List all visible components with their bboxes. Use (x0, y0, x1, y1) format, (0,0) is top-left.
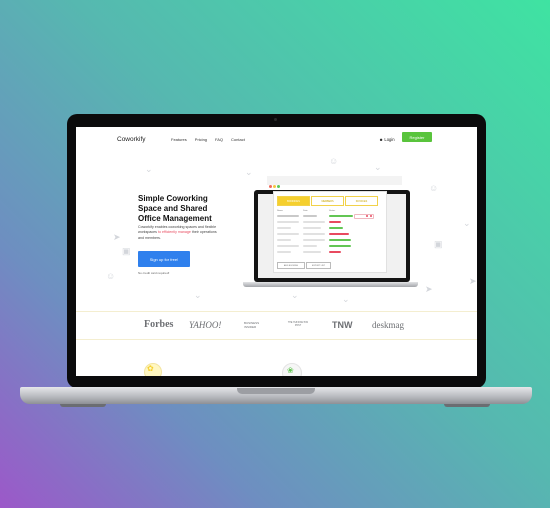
logo-tnw: TNW (332, 320, 353, 330)
chevron-icon: ⌄ (145, 164, 153, 174)
chevron-icon: ⌄ (342, 294, 350, 304)
user-outline-icon: ☺ (329, 156, 339, 166)
send-icon: ➤ (425, 284, 433, 294)
logo-deskmag: deskmag (372, 320, 404, 330)
user-outline-icon: ☺ (106, 271, 116, 281)
plant-icon: ❀ (287, 366, 294, 375)
placeholder-bar (303, 215, 317, 218)
chevron-icon: ⌄ (291, 290, 299, 300)
laptop-screen: Coworkify Features Pricing FAQ Contact ☻… (76, 127, 477, 376)
laptop-foot-right (444, 404, 490, 407)
nav-links: Features Pricing FAQ Contact (171, 137, 245, 142)
placeholder-bar (277, 233, 299, 236)
hero-desc-highlight: to efficiently manage (157, 230, 191, 235)
placeholder-bar (277, 251, 291, 254)
section-divider (76, 311, 477, 312)
logo-business-insider: BUSINESS INSIDER (244, 321, 260, 329)
status-bar-red (329, 221, 341, 224)
preview-col-status: Status (329, 210, 336, 212)
placeholder-bar (303, 221, 325, 224)
section-divider (76, 339, 477, 340)
logo-forbes: Forbes (144, 319, 174, 330)
user-outline-icon: ☺ (429, 183, 439, 193)
placeholder-bar (277, 239, 291, 242)
hero-description: Coworkify enables coworking spaces and f… (138, 225, 220, 241)
hero-title: Simple Coworking Space and Shared Office… (138, 194, 212, 223)
preview-col-date: Date (303, 210, 308, 212)
status-bar-red (329, 251, 341, 254)
nav-link-pricing[interactable]: Pricing (195, 137, 207, 142)
laptop-notch (237, 388, 315, 394)
laptop-base (20, 387, 532, 404)
placeholder-bar (303, 227, 321, 230)
status-bar-green (329, 239, 351, 242)
logo-yahoo: YAHOO! (189, 320, 222, 330)
webcam (274, 118, 277, 121)
app-preview-card: BOOKINGS MEMBERS INVOICES Name Date Stat… (273, 191, 387, 273)
chevron-icon: ⌄ (194, 290, 202, 300)
preview-col-name: Name (277, 210, 283, 212)
top-nav: Coworkify Features Pricing FAQ Contact ☻… (76, 127, 477, 153)
nav-link-faq[interactable]: FAQ (215, 137, 223, 142)
placeholder-bar (303, 251, 321, 254)
preview-tab-members: MEMBERS (311, 196, 344, 206)
chevron-icon: ⌄ (374, 162, 382, 172)
signup-button[interactable]: Sign up for free! (138, 251, 190, 267)
laptop-foot-left (60, 404, 106, 407)
register-button[interactable]: Register (402, 132, 432, 142)
send-icon: ➤ (113, 232, 121, 242)
chevron-icon: ⌄ (245, 167, 253, 177)
lightbulb-icon: ✿ (147, 364, 154, 373)
nav-link-contact[interactable]: Contact (231, 137, 245, 142)
window-dot-red (269, 185, 272, 188)
mini-laptop-base (243, 282, 418, 287)
no-credit-card-note: No credit card required! (138, 271, 170, 275)
placeholder-bar (277, 221, 299, 224)
placeholder-bar (277, 227, 291, 230)
chevron-icon: ⌄ (463, 218, 471, 228)
placeholder-bar (277, 245, 299, 248)
placeholder-bar (303, 239, 325, 242)
preview-tab-bookings: BOOKINGS (277, 196, 310, 206)
status-bar-green (329, 245, 351, 248)
login-link[interactable]: ☻ Login (379, 137, 395, 142)
preview-export-list-button: EXPORT LIST (306, 262, 331, 269)
image-icon: ▣ (434, 239, 443, 249)
status-bar-green (329, 215, 353, 218)
window-dot-green (277, 185, 280, 188)
site-logo[interactable]: Coworkify (117, 136, 146, 143)
nav-link-features[interactable]: Features (171, 137, 187, 142)
logo-huffington-post: THE HUFFINGTON POST (287, 322, 309, 327)
window-dot-yellow (273, 185, 276, 188)
send-icon: ➤ (469, 276, 477, 286)
laptop-lid: Coworkify Features Pricing FAQ Contact ☻… (67, 114, 486, 388)
placeholder-bar (303, 233, 325, 236)
status-bar-green (329, 227, 343, 230)
browser-window-illustration (267, 176, 402, 185)
status-bar-red (329, 233, 349, 236)
placeholder-bar (277, 215, 299, 218)
login-label: Login (384, 137, 395, 142)
preview-add-booking-button: ADD BOOKING (277, 262, 305, 269)
user-icon: ☻ (379, 137, 384, 142)
placeholder-bar (303, 245, 317, 248)
image-icon: ▣ (122, 246, 131, 256)
preview-tab-invoices: INVOICES (345, 196, 378, 206)
